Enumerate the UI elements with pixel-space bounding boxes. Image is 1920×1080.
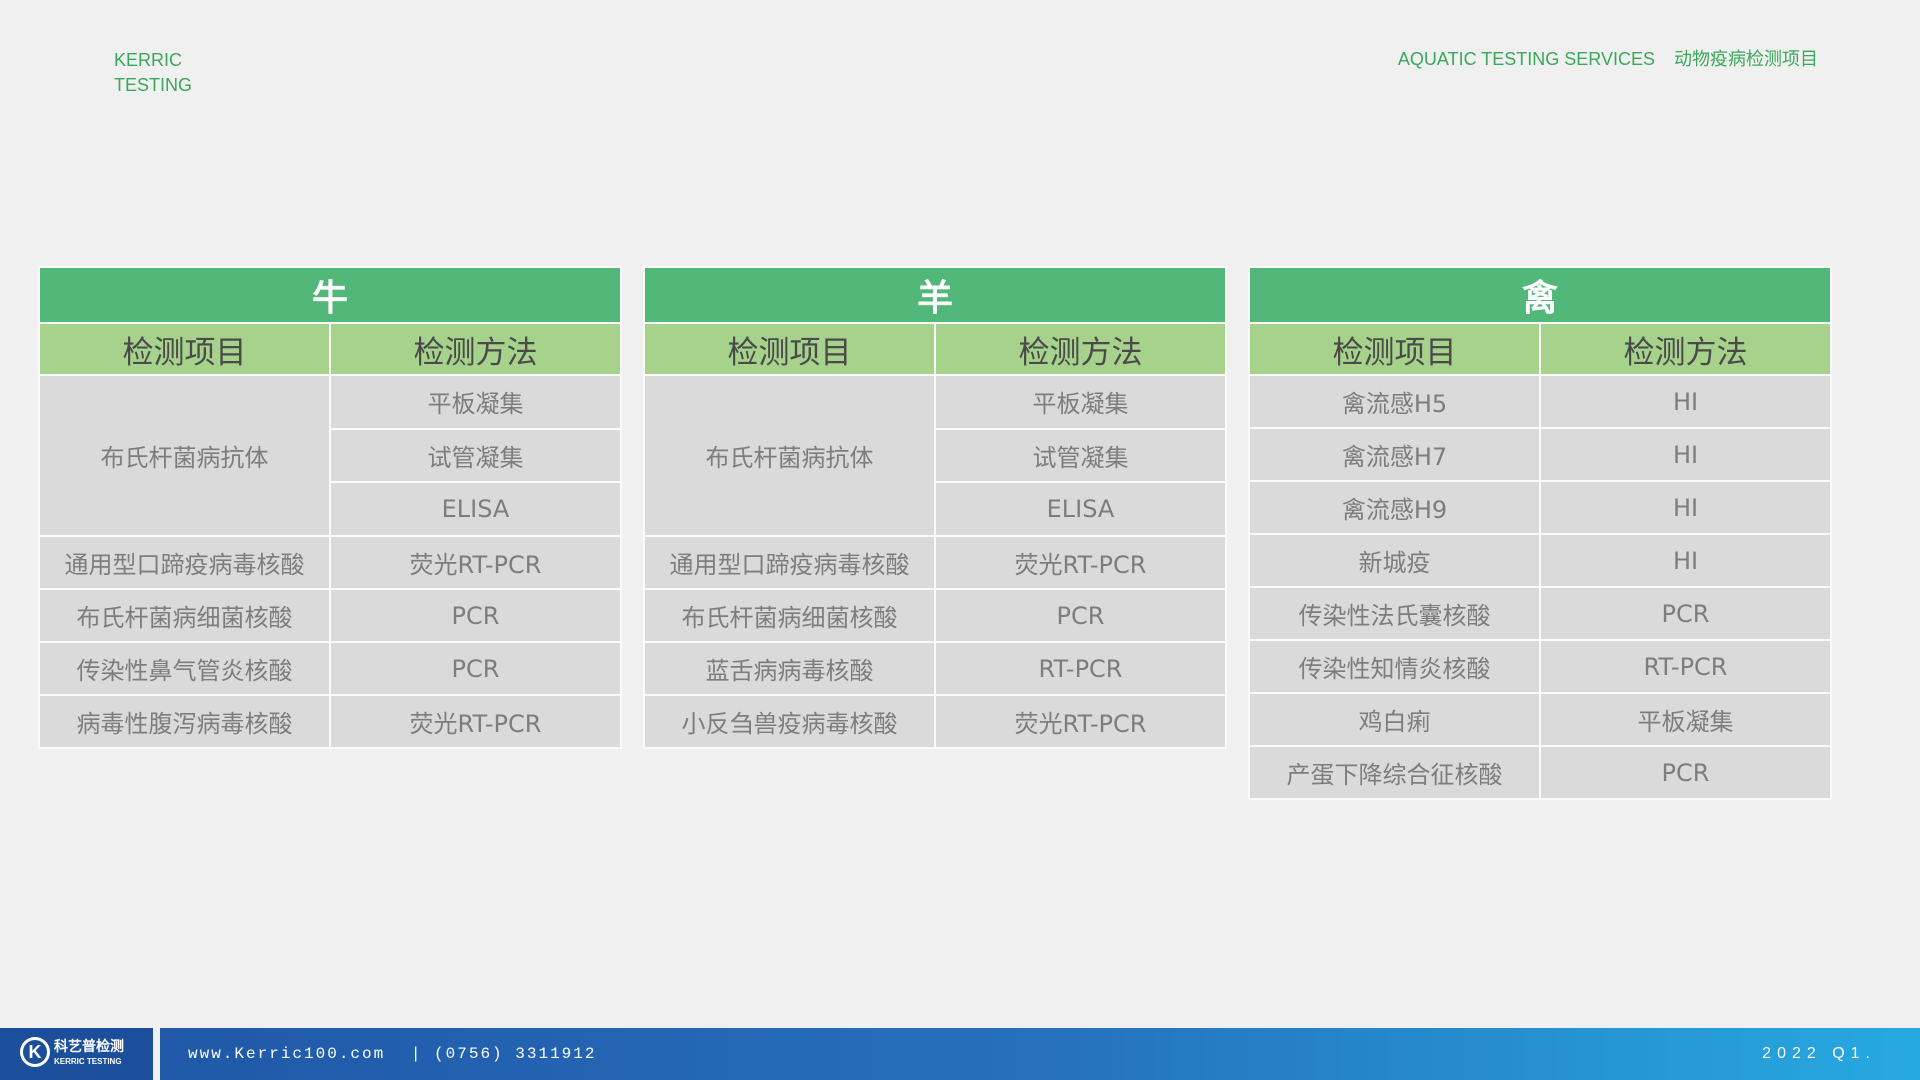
sheep-table-title: 羊 xyxy=(643,266,1227,324)
logo-name-en: KERRIC TESTING xyxy=(54,1057,122,1066)
method-cell: HI xyxy=(1539,480,1832,535)
item-cell: 通用型口蹄疫病毒核酸 xyxy=(38,535,331,590)
table-row: 禽流感H9 HI xyxy=(1248,480,1832,535)
table-row: 传染性知情炎核酸 RT-PCR xyxy=(1248,639,1832,694)
col-header-item: 检测项目 xyxy=(643,322,936,376)
sheep-table: 羊 检测项目 检测方法 布氏杆菌病抗体 平板凝集 试管凝集 ELISA 通用型口… xyxy=(643,266,1227,749)
poultry-table: 禽 检测项目 检测方法 禽流感H5 HI 禽流感H7 HI 禽流感H9 HI 新… xyxy=(1248,266,1832,800)
table-row: 传染性法氏囊核酸 PCR xyxy=(1248,586,1832,641)
website-link[interactable]: www.Kerric100.com xyxy=(188,1045,385,1063)
cattle-panel: 牛 检测项目 检测方法 布氏杆菌病抗体 平板凝集 试管凝集 ELISA 通用型口… xyxy=(38,266,622,749)
brand-text: KERRIC TESTING xyxy=(114,48,192,98)
footer: K 科艺普检测 KERRIC TESTING www.Kerric100.com… xyxy=(0,1028,1920,1080)
method-cell: 荧光RT-PCR xyxy=(934,535,1227,590)
method-cell: 试管凝集 xyxy=(329,427,622,484)
item-cell: 传染性法氏囊核酸 xyxy=(1248,586,1541,641)
table-row: 传染性鼻气管炎核酸 PCR xyxy=(38,641,622,696)
cattle-table-title: 牛 xyxy=(38,266,622,324)
table-row: 禽流感H5 HI xyxy=(1248,374,1832,429)
method-cell: ELISA xyxy=(934,481,1227,537)
table-row: 新城疫 HI xyxy=(1248,533,1832,588)
logo-name-cn: 科艺普检测 xyxy=(54,1039,124,1055)
col-header-item: 检测项目 xyxy=(38,322,331,376)
method-cell: 荧光RT-PCR xyxy=(329,535,622,590)
table-row: 布氏杆菌病细菌核酸 PCR xyxy=(38,588,622,643)
method-cell: PCR xyxy=(1539,586,1832,641)
footer-contact: www.Kerric100.com | (0756) 3311912 xyxy=(188,1043,596,1065)
method-cell: HI xyxy=(1539,533,1832,588)
item-cell: 禽流感H7 xyxy=(1248,427,1541,482)
table-row: 小反刍兽疫病毒核酸 荧光RT-PCR xyxy=(643,694,1227,749)
col-header-method: 检测方法 xyxy=(1539,322,1832,376)
method-cell: HI xyxy=(1539,427,1832,482)
item-cell: 通用型口蹄疫病毒核酸 xyxy=(643,535,936,590)
merged-item-cell: 布氏杆菌病抗体 xyxy=(38,374,331,537)
table-row: 产蛋下降综合征核酸 PCR xyxy=(1248,745,1832,800)
method-cell: 荧光RT-PCR xyxy=(934,694,1227,749)
method-cell: 荧光RT-PCR xyxy=(329,694,622,749)
item-cell: 禽流感H9 xyxy=(1248,480,1541,535)
brand-line-2: TESTING xyxy=(114,75,193,95)
item-cell: 布氏杆菌病细菌核酸 xyxy=(38,588,331,643)
item-cell: 蓝舌病病毒核酸 xyxy=(643,641,936,696)
method-cell: 平板凝集 xyxy=(934,374,1227,430)
header-services: AQUATIC TESTING SERVICES 动物疫病检测项目 xyxy=(1398,47,1818,72)
table-row: 鸡白痢 平板凝集 xyxy=(1248,692,1832,747)
item-cell: 产蛋下降综合征核酸 xyxy=(1248,745,1541,800)
method-cell: PCR xyxy=(329,588,622,643)
item-cell: 禽流感H5 xyxy=(1248,374,1541,429)
services-en: AQUATIC TESTING SERVICES xyxy=(1397,49,1655,69)
table-row: 禽流感H7 HI xyxy=(1248,427,1832,482)
poultry-panel: 禽 检测项目 检测方法 禽流感H5 HI 禽流感H7 HI 禽流感H9 HI 新… xyxy=(1248,266,1832,800)
sheep-panel: 羊 检测项目 检测方法 布氏杆菌病抗体 平板凝集 试管凝集 ELISA 通用型口… xyxy=(643,266,1227,749)
item-cell: 新城疫 xyxy=(1248,533,1541,588)
method-cell: RT-PCR xyxy=(934,641,1227,696)
item-cell: 布氏杆菌病细菌核酸 xyxy=(643,588,936,643)
item-cell: 传染性鼻气管炎核酸 xyxy=(38,641,331,696)
method-cell: 试管凝集 xyxy=(934,427,1227,484)
table-row: 蓝舌病病毒核酸 RT-PCR xyxy=(643,641,1227,696)
table-row: 病毒性腹泻病毒核酸 荧光RT-PCR xyxy=(38,694,622,749)
method-cell: PCR xyxy=(329,641,622,696)
item-cell: 鸡白痢 xyxy=(1248,692,1541,747)
method-cell: RT-PCR xyxy=(1539,639,1832,694)
method-cell: PCR xyxy=(1539,745,1832,800)
method-cell: 平板凝集 xyxy=(329,374,622,430)
footer-bar: www.Kerric100.com | (0756) 3311912 2022 … xyxy=(160,1028,1920,1080)
method-cell: PCR xyxy=(934,588,1227,643)
footer-date: 2022 Q1. xyxy=(1762,1045,1876,1062)
company-logo: K 科艺普检测 KERRIC TESTING xyxy=(0,1028,153,1080)
poultry-table-title: 禽 xyxy=(1248,266,1832,324)
table-row: 通用型口蹄疫病毒核酸 荧光RT-PCR xyxy=(643,535,1227,590)
col-header-method: 检测方法 xyxy=(934,322,1227,376)
col-header-method: 检测方法 xyxy=(329,322,622,376)
item-cell: 病毒性腹泻病毒核酸 xyxy=(38,694,331,749)
method-cell: HI xyxy=(1539,374,1832,429)
phone-number: | (0756) 3311912 xyxy=(410,1045,597,1063)
method-cell: 平板凝集 xyxy=(1539,692,1832,747)
method-cell: ELISA xyxy=(329,481,622,537)
table-row: 布氏杆菌病细菌核酸 PCR xyxy=(643,588,1227,643)
table-row: 通用型口蹄疫病毒核酸 荧光RT-PCR xyxy=(38,535,622,590)
item-cell: 传染性知情炎核酸 xyxy=(1248,639,1541,694)
merged-item-cell: 布氏杆菌病抗体 xyxy=(643,374,936,537)
item-cell: 小反刍兽疫病毒核酸 xyxy=(643,694,936,749)
cattle-table: 牛 检测项目 检测方法 布氏杆菌病抗体 平板凝集 试管凝集 ELISA 通用型口… xyxy=(38,266,622,749)
services-cn: 动物疫病检测项目 xyxy=(1674,49,1818,70)
col-header-item: 检测项目 xyxy=(1248,322,1541,376)
brand-line-1: KERRIC xyxy=(114,50,183,70)
logo-mark-icon: K xyxy=(20,1037,50,1067)
